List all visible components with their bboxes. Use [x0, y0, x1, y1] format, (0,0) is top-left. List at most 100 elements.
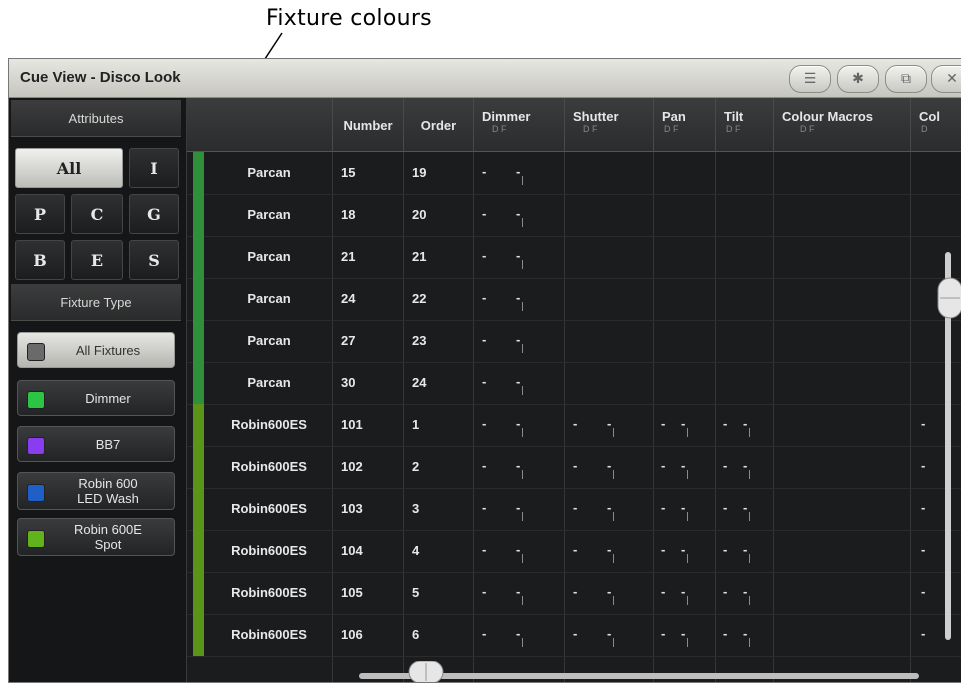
fade-tick	[613, 638, 614, 647]
fade-tick	[613, 428, 614, 437]
fixture-name-cell: Parcan	[247, 333, 291, 348]
table-row[interactable]: Robin600ES 103 3- - - - - - - - -	[187, 488, 961, 531]
empty-value: -	[516, 542, 521, 557]
column-header-shutter[interactable]: Shutter D F	[565, 98, 654, 152]
fade-tick	[522, 512, 523, 521]
horizontal-scrollbar[interactable]	[359, 661, 919, 683]
settings-button[interactable]: ✱	[837, 65, 879, 93]
empty-value: -	[723, 416, 728, 431]
attribute-b-button[interactable]: B	[15, 240, 65, 280]
empty-value: -	[743, 542, 748, 557]
empty-value: -	[723, 626, 728, 641]
fixture-colour-bar	[193, 404, 204, 446]
empty-value: -	[607, 416, 612, 431]
colour-swatch	[27, 437, 45, 455]
fixture-type-header: Fixture Type	[11, 284, 181, 321]
fixture-order-cell: 23	[412, 333, 427, 348]
table-row[interactable]: Parcan 30 24 - -	[187, 362, 961, 405]
empty-value: -	[607, 584, 612, 599]
table-row[interactable]: Parcan 27 23 - -	[187, 320, 961, 363]
table-row[interactable]: Parcan 21 21 - -	[187, 236, 961, 279]
table-row[interactable]: Robin600ES 104 4- - - - - - - - -	[187, 530, 961, 573]
fade-tick	[522, 596, 523, 605]
attribute-p-button[interactable]: P	[15, 194, 65, 234]
fade-tick	[749, 554, 750, 563]
empty-value: -	[482, 626, 487, 641]
column-header-colour-macros[interactable]: Colour Macros D F	[774, 98, 911, 152]
fixture-colour-bar	[193, 236, 204, 278]
fixture-number-cell: 30	[341, 375, 356, 390]
empty-value: -	[516, 416, 521, 431]
empty-value: -	[607, 542, 612, 557]
empty-value: -	[723, 584, 728, 599]
fixture-order-cell: 21	[412, 249, 427, 264]
attribute-i-button[interactable]: I	[129, 148, 179, 188]
fixture-order-cell: 2	[412, 459, 420, 474]
column-header-dimmer[interactable]: Dimmer D F	[474, 98, 565, 152]
table-row[interactable]: Parcan 24 22 - -	[187, 278, 961, 321]
empty-value: -	[516, 248, 521, 263]
fixture-order-cell: 3	[412, 501, 420, 516]
fixture-name-cell: Robin600ES	[231, 501, 307, 516]
vertical-scrollbar[interactable]	[934, 252, 961, 640]
empty-value: -	[681, 416, 686, 431]
empty-value: -	[723, 542, 728, 557]
table-row[interactable]: Parcan 18 20 - -	[187, 194, 961, 237]
empty-value: -	[482, 458, 487, 473]
column-header-pan[interactable]: Pan D F	[654, 98, 716, 152]
attribute-g-button[interactable]: G	[129, 194, 179, 234]
fixture-name-cell: Parcan	[247, 249, 291, 264]
fade-tick	[749, 596, 750, 605]
attribute-all-button[interactable]: All	[15, 148, 123, 188]
column-header-tilt[interactable]: Tilt D F	[716, 98, 774, 152]
table-row[interactable]: Robin600ES 106 6- - - - - - - - -	[187, 614, 961, 657]
empty-value: -	[921, 584, 926, 599]
fixture-colour-bar	[193, 572, 204, 614]
empty-value: -	[921, 500, 926, 515]
fixture-type-robin-600-led-wash[interactable]: Robin 600 LED Wash	[17, 472, 175, 510]
fade-tick	[687, 554, 688, 563]
fixture-colour-bar	[193, 530, 204, 572]
fixture-name-cell: Robin600ES	[231, 417, 307, 432]
fixture-number-cell: 102	[341, 459, 363, 474]
close-button[interactable]: ✕	[931, 65, 961, 93]
column-header-name[interactable]	[187, 98, 333, 152]
empty-value: -	[681, 500, 686, 515]
menu-icon: ☰	[803, 71, 817, 87]
empty-value: -	[482, 248, 487, 263]
table-row[interactable]: Robin600ES 105 5- - - - - - - - -	[187, 572, 961, 615]
empty-value: -	[573, 416, 578, 431]
empty-value: -	[681, 458, 686, 473]
empty-value: -	[516, 626, 521, 641]
title-bar: Cue View - Disco Look ☰ ✱ ⧉ ✕	[9, 59, 961, 98]
table-row[interactable]: Robin600ES 101 1- - - - - - - - -	[187, 404, 961, 447]
column-header-col[interactable]: Col D	[911, 98, 961, 152]
fixture-number-cell: 27	[341, 333, 356, 348]
fixture-number-cell: 105	[341, 585, 363, 600]
gear-icon: ✱	[852, 71, 864, 87]
empty-value: -	[516, 164, 521, 179]
empty-value: -	[661, 542, 666, 557]
table-row[interactable]: Robin600ES 102 2- - - - - - - - -	[187, 446, 961, 489]
column-header-number[interactable]: Number	[333, 98, 404, 152]
table-row[interactable]: Parcan 15 19 - -	[187, 152, 961, 195]
attribute-e-button[interactable]: E	[71, 240, 123, 280]
fade-tick	[522, 218, 523, 227]
colour-swatch	[27, 530, 45, 548]
fixture-type-dimmer[interactable]: Dimmer	[17, 380, 175, 416]
menu-button[interactable]: ☰	[789, 65, 831, 93]
empty-value: -	[573, 626, 578, 641]
fade-tick	[522, 470, 523, 479]
column-header-order[interactable]: Order	[404, 98, 474, 152]
fixture-type-label: BB7	[95, 436, 121, 452]
empty-value: -	[661, 458, 666, 473]
fixture-type-robin-600e-spot[interactable]: Robin 600E Spot	[17, 518, 175, 556]
attribute-s-button[interactable]: S	[129, 240, 179, 280]
fixture-type-all-fixtures[interactable]: All Fixtures	[17, 332, 175, 368]
attribute-c-button[interactable]: C	[71, 194, 123, 234]
fixture-order-cell: 22	[412, 291, 427, 306]
fixture-type-bb7[interactable]: BB7	[17, 426, 175, 462]
empty-value: -	[482, 584, 487, 599]
fixture-order-cell: 1	[412, 417, 420, 432]
resize-button[interactable]: ⧉	[885, 65, 927, 93]
